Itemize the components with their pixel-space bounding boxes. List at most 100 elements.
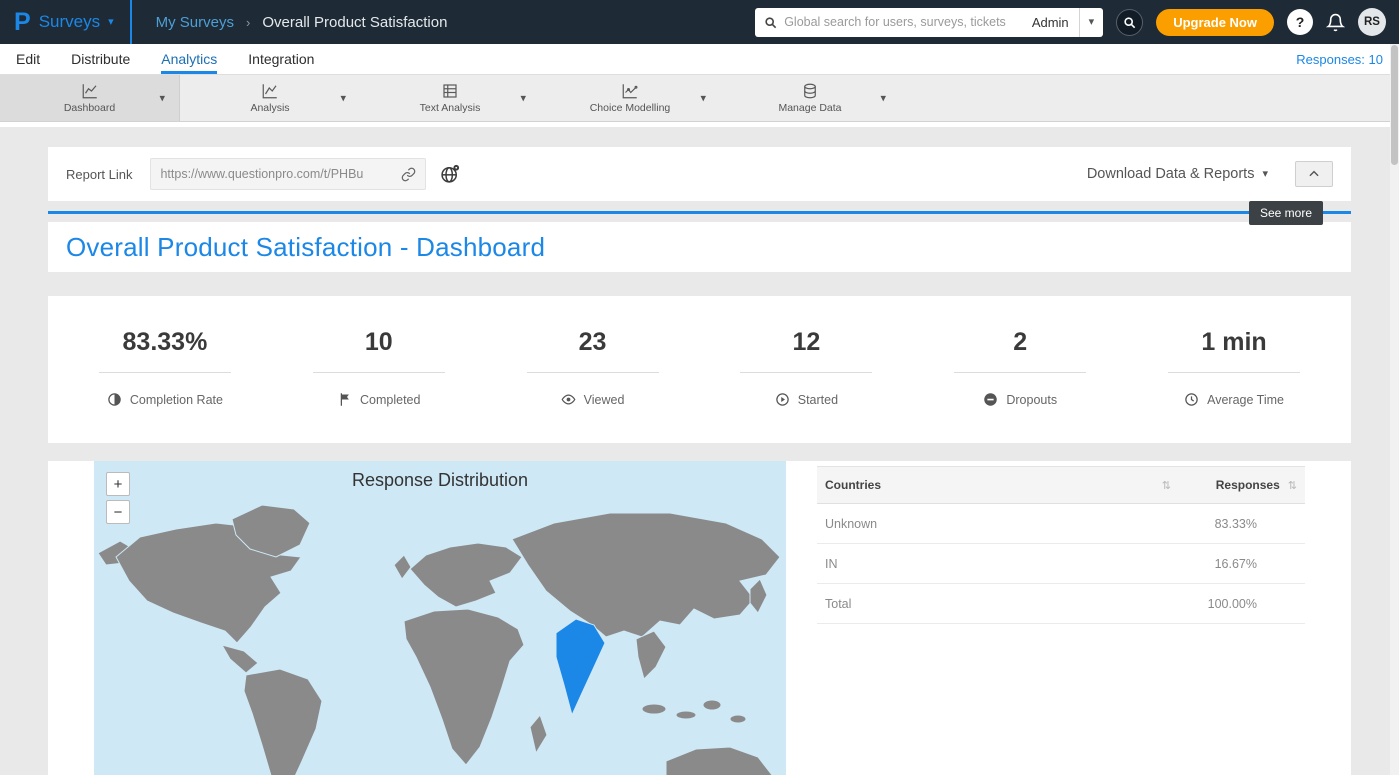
chevron-down-icon[interactable]: ▾ [520,92,526,105]
toolbar-item-text-analysis[interactable]: Text Analysis ▾ [360,75,540,121]
toolbar-item-label: Choice Modelling [590,102,671,114]
chevron-down-icon[interactable]: ▾ [340,92,346,105]
chevron-down-icon[interactable]: ▾ [700,92,706,105]
chart-icon [621,82,639,100]
avatar[interactable]: RS [1358,8,1386,36]
download-data-reports-menu[interactable]: Download Data & Reports ▾ [1087,166,1268,182]
analytics-toolbar: Dashboard ▾ Analysis ▾ Text Analysis ▾ [0,74,1399,122]
tab-edit[interactable]: Edit [16,44,40,74]
collapse-panel-button[interactable] [1295,161,1333,187]
stat-viewed: 23 Viewed [486,328,700,407]
upgrade-now-button[interactable]: Upgrade Now [1156,9,1274,36]
stat-label: Viewed [584,393,625,407]
chevron-up-icon [1307,167,1321,181]
stat-completion-rate: 83.33% Completion Rate [58,328,272,407]
chevron-down-icon[interactable]: ▾ [159,92,165,105]
stat-label: Dropouts [1006,393,1057,407]
stat-started: 12 Started [699,328,913,407]
sort-icon: ⇅ [1288,479,1297,492]
map-region-central-america [222,645,258,673]
stat-label: Completed [360,393,420,407]
stat-average-time: 1 min Average Time [1127,328,1341,407]
search-scope-label[interactable]: Admin [1022,15,1079,30]
line-chart-icon [81,82,99,100]
divider [527,372,659,373]
map-region-south-america [244,669,322,775]
responses-column-header[interactable]: Responses ⇅ [1185,478,1297,492]
search-scope-dropdown[interactable]: ▾ [1079,8,1104,37]
divider [99,372,231,373]
tab-distribute[interactable]: Distribute [71,44,130,74]
search-button[interactable] [1116,9,1143,36]
stat-value: 83.33% [123,328,208,357]
vertical-scrollbar[interactable] [1390,44,1399,775]
eye-icon [561,392,576,407]
responses-cell: 100.00% [1145,597,1257,611]
notifications-button[interactable] [1326,13,1345,32]
report-link-input[interactable] [160,167,395,181]
main-content: Report Link Download Data & Reports ▾ [0,147,1399,775]
sort-icon: ⇅ [1162,479,1171,492]
map-region-madagascar [530,715,547,753]
product-switcher[interactable]: P Surveys ▾ [0,0,132,44]
world-map-chart[interactable]: Response Distribution + − [94,461,786,775]
tab-analytics[interactable]: Analytics [161,44,217,74]
stat-label: Started [798,393,838,407]
countries-table: Countries ⇅ Responses ⇅ Unknown 83.33% I… [817,461,1305,775]
chevron-down-icon[interactable]: ▾ [880,92,886,105]
responses-header-label: Responses [1216,478,1280,492]
product-switcher-label: Surveys [39,12,100,32]
zoom-out-button[interactable]: − [106,500,130,524]
map-region-japan [750,579,767,613]
map-zoom-controls: + − [106,472,130,524]
responses-cell: 16.67% [1145,557,1257,571]
survey-tabs: Edit Distribute Analytics Integration Re… [0,44,1399,74]
divider [954,372,1086,373]
download-data-reports-label: Download Data & Reports [1087,166,1255,182]
map-region-island [676,711,696,719]
link-icon[interactable] [401,167,416,182]
stat-value: 10 [365,328,393,357]
stat-completed: 10 Completed [272,328,486,407]
line-chart-icon [261,82,279,100]
completion-rate-icon [107,392,122,407]
database-icon [801,82,819,100]
toolbar-item-manage-data[interactable]: Manage Data ▾ [720,75,900,121]
map-region-africa [404,609,524,765]
breadcrumb: My Surveys › Overall Product Satisfactio… [156,14,448,31]
help-button[interactable]: ? [1287,9,1313,35]
country-cell: IN [825,557,1145,571]
play-circle-icon [775,392,790,407]
breadcrumb-my-surveys[interactable]: My Surveys [156,14,234,31]
clock-icon [1184,392,1199,407]
bell-icon [1326,13,1345,32]
divider [1168,372,1300,373]
toolbar-item-label: Analysis [250,102,289,114]
toolbar-item-choice-modelling[interactable]: Choice Modelling ▾ [540,75,720,121]
search-icon [764,16,777,29]
breadcrumb-separator: › [246,15,250,30]
map-region-island [703,700,721,710]
map-region-europe [410,543,522,607]
zoom-in-button[interactable]: + [106,472,130,496]
title-card: Overall Product Satisfaction - Dashboard [48,222,1351,272]
map-region-island [730,715,746,723]
countries-column-header[interactable]: Countries ⇅ [825,478,1185,492]
stats-card: 83.33% Completion Rate 10 Completed [48,296,1351,443]
country-cell: Unknown [825,517,1145,531]
globe-gear-icon [440,164,460,184]
divider [740,372,872,373]
map-region-india-highlighted[interactable] [556,619,605,715]
tab-integration[interactable]: Integration [248,44,314,74]
scrollbar-thumb[interactable] [1391,45,1398,165]
report-settings-button[interactable] [440,164,460,184]
divider [313,372,445,373]
accent-divider [48,211,1351,214]
toolbar-item-dashboard[interactable]: Dashboard ▾ [0,75,180,121]
divider [0,122,1399,127]
toolbar-item-analysis[interactable]: Analysis ▾ [180,75,360,121]
map-region-southeast-asia [636,631,666,679]
global-search-input[interactable] [784,15,1022,29]
stat-label: Completion Rate [130,393,223,407]
stat-value: 23 [579,328,607,357]
